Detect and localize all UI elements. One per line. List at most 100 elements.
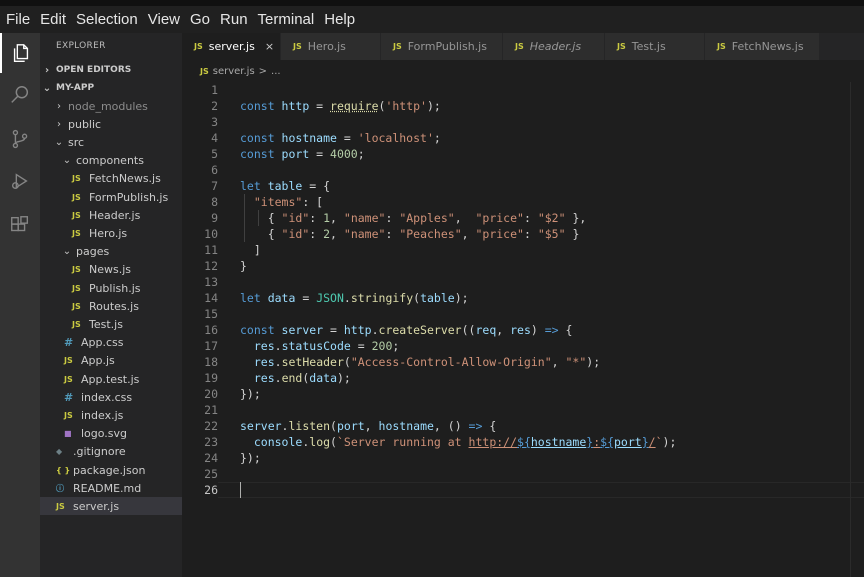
js-file-icon: JS [72, 174, 81, 184]
menu-file[interactable]: File [0, 11, 34, 28]
tree-item[interactable]: JS Publish.js [40, 279, 182, 297]
tree-item[interactable]: JS Header.js [40, 206, 182, 224]
tree-item-label: components [76, 154, 144, 168]
code-token: "Apples" [399, 211, 455, 225]
menu-terminal[interactable]: Terminal [252, 11, 319, 28]
code-token: { [240, 227, 282, 241]
menu-edit[interactable]: Edit [34, 11, 70, 28]
menu-bar: File Edit Selection View Go Run Terminal… [0, 6, 864, 33]
tree-item[interactable]: # App.css [40, 334, 182, 352]
menu-help[interactable]: Help [318, 11, 359, 28]
tree-item[interactable]: JS Routes.js [40, 297, 182, 315]
editor-tab[interactable]: JS Header.js [503, 33, 605, 60]
editor-tab[interactable]: JS Hero.js [281, 33, 381, 60]
source-control-activity-button[interactable] [0, 119, 40, 159]
code-token: . [274, 371, 282, 385]
code-token: = [295, 291, 317, 305]
tree-item[interactable]: › public [40, 115, 182, 133]
code-token: , [364, 419, 379, 433]
source-control-icon [12, 129, 28, 149]
open-editors-section[interactable]: › OPEN EDITORS [40, 61, 182, 79]
breadcrumb-symbols[interactable]: ... [271, 66, 281, 77]
tree-item[interactable]: JS App.test.js [40, 370, 182, 388]
breadcrumb: JS server.js > ... [182, 60, 864, 82]
tree-item[interactable]: ⌄ src [40, 133, 182, 151]
tree-item-label: package.json [73, 463, 146, 477]
md-file-icon: ⓘ [56, 483, 64, 493]
code-line: server.listen(port, hostname, () => { [240, 418, 496, 434]
editor-tab[interactable]: JS FormPublish.js [381, 33, 503, 60]
search-icon [11, 86, 29, 103]
menu-run[interactable]: Run [214, 11, 252, 28]
tree-item[interactable]: JS App.js [40, 352, 182, 370]
search-activity-button[interactable] [0, 75, 40, 115]
close-icon[interactable]: × [265, 40, 274, 53]
tree-item[interactable]: JS Test.js [40, 315, 182, 333]
code-token: { [482, 419, 497, 433]
tree-item[interactable]: { } package.json [40, 461, 182, 479]
tree-item[interactable]: ⌄ components [40, 152, 182, 170]
tree-item[interactable]: JS News.js [40, 261, 182, 279]
tree-item[interactable]: ⓘ README.md [40, 479, 182, 497]
code-token: ( [330, 419, 337, 433]
project-label: MY-APP [56, 83, 95, 93]
tree-item-label: Routes.js [89, 299, 139, 313]
code-token: port [614, 435, 642, 449]
js-file-icon: JS [72, 192, 81, 202]
code-token: let [240, 291, 268, 305]
code-token: data [267, 291, 296, 305]
code-token: data [309, 371, 337, 385]
tree-item[interactable]: JS FetchNews.js [40, 170, 182, 188]
explorer-activity-button[interactable] [0, 33, 40, 73]
tree-item-label: index.js [81, 408, 124, 422]
tree-item[interactable]: ◆ .gitignore [40, 443, 182, 461]
code-line: let data = JSON.stringify(table); [240, 290, 469, 306]
tree-item[interactable]: › node_modules [40, 97, 182, 115]
code-editor[interactable]: 1 2 3 4 5 6 7 8 9 10 11 12 13 14 15 16 17 18 19 20 21 22 23 24 2… [182, 82, 864, 577]
tree-item[interactable]: ■ logo.svg [40, 425, 182, 443]
tree-item[interactable]: JS server.js [40, 497, 182, 516]
editor-tab[interactable]: JS FetchNews.js [705, 33, 820, 60]
code-token: => [468, 419, 483, 433]
line-number: 5 [211, 147, 218, 161]
code-token: ${ [600, 435, 614, 449]
code-token: hostname [378, 419, 434, 433]
menu-go[interactable]: Go [184, 11, 214, 28]
code-token: 'localhost' [357, 131, 434, 145]
code-token: { [558, 323, 573, 337]
js-file-icon: JS [72, 210, 81, 220]
code-token: . [343, 291, 351, 305]
vertical-scrollbar[interactable] [850, 82, 864, 577]
code-token: const [240, 147, 282, 161]
breadcrumb-file[interactable]: server.js [213, 66, 255, 77]
code-line: res.setHeader("Access-Control-Allow-Orig… [240, 354, 600, 370]
code-token: } [240, 259, 247, 273]
code-token: statusCode [281, 339, 351, 353]
code-token: req [475, 323, 497, 337]
menu-selection[interactable]: Selection [70, 11, 142, 28]
extensions-activity-button[interactable] [0, 205, 40, 245]
explorer-title: EXPLORER [56, 41, 106, 51]
tree-item[interactable]: # index.css [40, 388, 182, 406]
tree-item-label: FetchNews.js [89, 172, 161, 186]
run-debug-activity-button[interactable] [0, 161, 40, 201]
code-token: table [267, 179, 303, 193]
tree-item-label: src [68, 135, 85, 149]
tab-label: Header.js [529, 40, 582, 53]
editor-tab[interactable]: JS server.js × [182, 33, 281, 60]
tree-item[interactable]: JS index.js [40, 406, 182, 424]
js-file-icon: JS [194, 42, 203, 51]
editor-tab[interactable]: JS Test.js [605, 33, 705, 60]
tree-item[interactable]: JS Hero.js [40, 224, 182, 242]
tree-item[interactable]: ⌄ pages [40, 243, 182, 261]
tab-label: FormPublish.js [407, 40, 487, 53]
code-line: const port = 4000; [240, 146, 365, 162]
line-number: 11 [204, 243, 218, 257]
tree-item[interactable]: JS FormPublish.js [40, 188, 182, 206]
code-token: 4000 [330, 147, 358, 161]
project-section[interactable]: ⌄ MY-APP [40, 79, 182, 97]
text-cursor [240, 482, 241, 498]
code-token: http [281, 99, 310, 113]
menu-view[interactable]: View [142, 11, 184, 28]
